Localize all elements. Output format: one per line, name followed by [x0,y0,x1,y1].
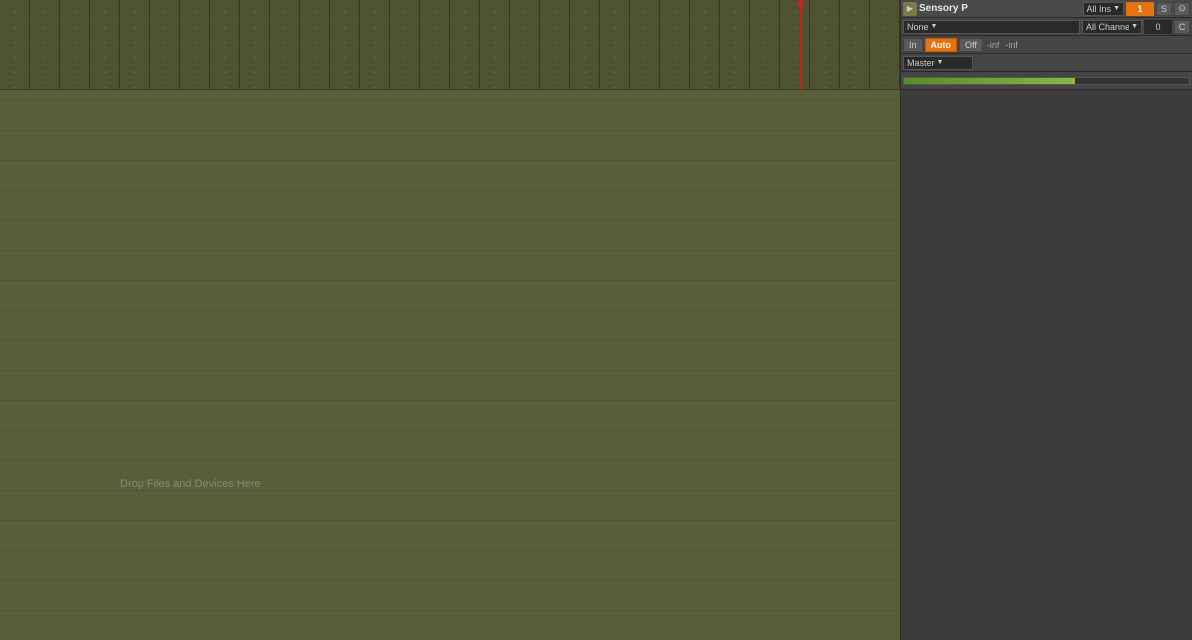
all-channels-dropdown[interactable]: All Channe ▼ [1082,20,1142,34]
track-icon-symbol: ▶ [907,4,913,13]
master-dropdown[interactable]: Master ▼ [903,56,973,70]
none-dropdown[interactable]: None ▼ [903,20,1080,34]
master-arrow: ▼ [937,59,944,66]
all-ins-dropdown[interactable]: All Ins ▼ [1083,2,1124,16]
auto-button[interactable]: Auto [925,38,958,52]
drop-zone-label: Drop Files and Devices Here [120,478,261,490]
c-button[interactable]: C [1174,20,1190,34]
track-row-2: None ▼ All Channe ▼ 0 C [901,18,1192,36]
playhead-marker [797,0,804,7]
track-number-value[interactable]: 1 [1126,2,1154,16]
right-panel: ▶ Sensory P All Ins ▼ 1 S ⊙ None ▼ [900,0,1192,640]
record-button[interactable]: ⊙ [1174,2,1190,16]
track-pattern-area [0,0,900,90]
solo-button[interactable]: S [1156,2,1172,16]
right-panel-content [901,90,1192,640]
track-offset-value[interactable]: 0 [1144,20,1172,34]
main-container: Drop Files and Devices Here ▶ Sensory P … [0,0,1192,640]
track-row-4: Master ▼ [901,54,1192,72]
volume-fill [904,78,1075,84]
track-row-3: In Auto Off -inf -inf [901,36,1192,54]
track-icon[interactable]: ▶ [903,2,917,16]
track-name: Sensory P [919,3,1081,14]
volume-level-bar[interactable] [903,77,1190,85]
in-button[interactable]: In [903,38,923,52]
track-row-5 [901,72,1192,90]
channels-arrow: ▼ [1131,23,1138,30]
inf-left-label: -inf [985,40,1002,50]
track-dots [0,0,900,90]
device-drop-area[interactable]: Drop Files and Devices Here [0,90,900,640]
track-header-row: ▶ Sensory P All Ins ▼ 1 S ⊙ [901,0,1192,18]
off-button[interactable]: Off [959,38,983,52]
playhead-line [800,0,801,90]
inf-right-label: -inf [1003,40,1020,50]
none-arrow: ▼ [931,23,938,30]
all-ins-arrow: ▼ [1113,5,1120,12]
track-area[interactable]: Drop Files and Devices Here [0,0,900,640]
